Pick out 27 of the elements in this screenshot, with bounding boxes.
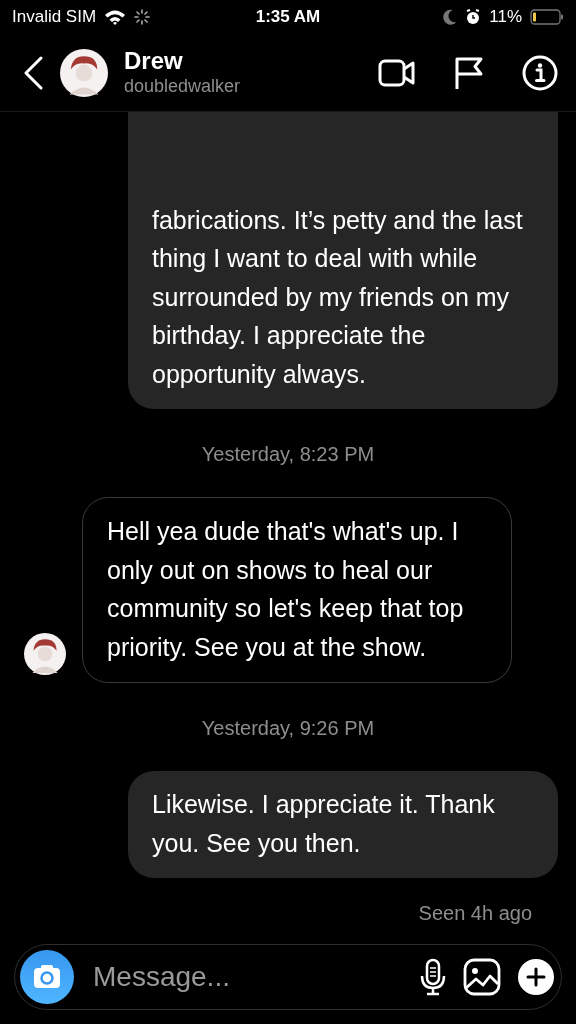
image-icon[interactable] [463, 958, 501, 996]
alarm-icon [465, 9, 482, 25]
moon-icon [443, 9, 458, 25]
microphone-icon[interactable] [419, 958, 447, 996]
camera-icon[interactable] [19, 949, 75, 1005]
message-bubble: Hell yea dude that's what's up. I only out on shows to heal our community so let's keep that top priority. See you at the show. [82, 497, 512, 683]
seen-status: Seen 4h ago [417, 901, 532, 926]
back-icon[interactable] [22, 55, 44, 90]
avatar-icon [24, 633, 66, 675]
battery-percent: 11% [489, 6, 522, 29]
contact-name: Drew [124, 47, 184, 77]
avatar-icon [60, 48, 108, 97]
message-bubble: fabrications. It’s petty and the last thing I want to deal with while surrounded by my friends on my birthday. I appreciate the opportunity always. [128, 112, 558, 409]
carrier-text: Invalid SIM [12, 6, 97, 29]
timestamp: Yesterday, 9:26 PM [200, 716, 376, 741]
timestamp: Yesterday, 8:23 PM [200, 442, 376, 467]
wifi-icon [104, 9, 127, 25]
message-input[interactable]: Message... [91, 955, 403, 999]
info-icon[interactable] [522, 54, 558, 91]
loading-icon [134, 9, 151, 25]
message-bubble: Likewise. I appreciate it. Thank you. See you then. [128, 771, 558, 878]
video-camera-icon[interactable] [378, 57, 416, 88]
contact-username: doubledwalker [124, 76, 242, 98]
add-icon[interactable] [517, 958, 555, 996]
flag-icon[interactable] [454, 55, 484, 90]
battery-icon [530, 9, 564, 25]
clock-text: 1:35 AM [255, 6, 321, 29]
